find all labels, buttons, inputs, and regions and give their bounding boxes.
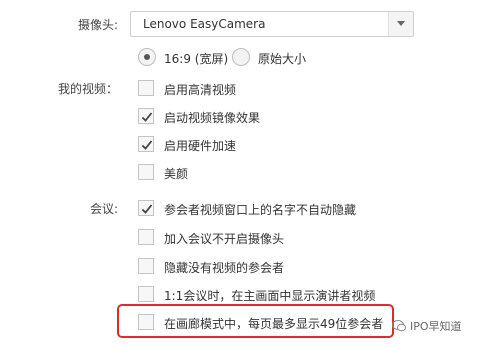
watermark: IPO早知道 (392, 318, 462, 335)
camera-label: 摄像头: (77, 18, 118, 32)
checkbox-box[interactable] (138, 108, 154, 124)
checkbox-label: 隐藏没有视频的参会者 (164, 261, 285, 275)
checkbox-box[interactable] (138, 136, 154, 152)
checkbox-box[interactable] (138, 286, 154, 302)
my-video-label: 我的视频： (57, 82, 118, 96)
camera-select-value: Lenovo EasyCamera (143, 17, 266, 31)
radio-16-9-label: 16:9 (宽屏) (164, 52, 229, 66)
radio-16-9[interactable] (138, 48, 156, 66)
checkbox-label: 启用硬件加速 (164, 139, 237, 153)
checkmark-icon (141, 112, 153, 122)
camera-select[interactable]: Lenovo EasyCamera (130, 11, 414, 37)
checkbox-label: 1:1会议时，在主画面中显示演讲者视频 (164, 289, 376, 303)
checkbox-label: 启用高清视频 (164, 83, 237, 97)
checkbox-label: 加入会议不开启摄像头 (164, 232, 285, 246)
radio-original-size-label: 原始大小 (258, 52, 307, 66)
checkmark-icon (141, 140, 153, 150)
highlight-box (117, 304, 394, 338)
checkmark-icon (141, 204, 153, 214)
dropdown-arrow-icon[interactable] (388, 12, 413, 36)
checkbox-box[interactable] (138, 200, 154, 216)
watermark-text: IPO早知道 (410, 320, 462, 333)
checkbox-box[interactable] (138, 258, 154, 274)
wechat-icon (392, 320, 406, 335)
checkbox-label: 参会者视频窗口上的名字不自动隐藏 (164, 203, 357, 217)
checkbox-label: 美颜 (164, 167, 189, 181)
meeting-label: 会议: (89, 202, 118, 216)
radio-original-size[interactable] (232, 48, 250, 66)
checkbox-box[interactable] (138, 229, 154, 245)
checkbox-box[interactable] (138, 164, 154, 180)
checkbox-label: 启动视频镜像效果 (164, 111, 261, 125)
checkbox-box[interactable] (138, 80, 154, 96)
